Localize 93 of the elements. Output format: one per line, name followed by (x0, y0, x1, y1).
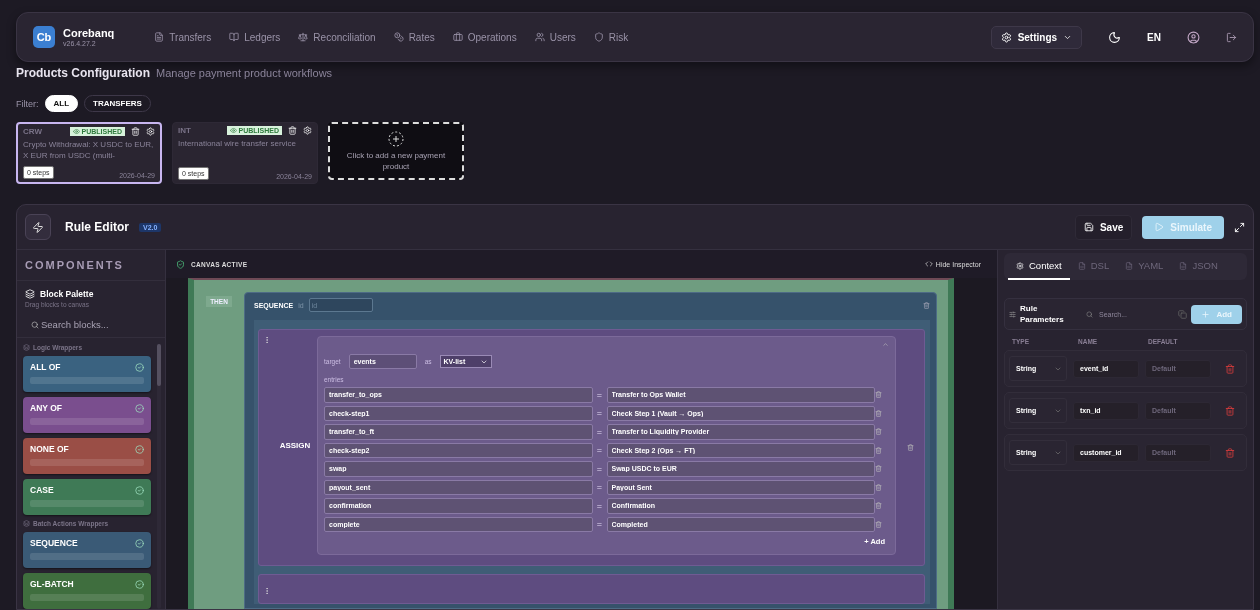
palette-block[interactable]: SEQUENCE (23, 532, 151, 568)
palette-block[interactable]: NONE OF (23, 438, 151, 474)
trash-icon (1224, 363, 1235, 374)
parameters-title: Rule Parameters (1020, 303, 1065, 325)
file-icon (1125, 261, 1134, 270)
page-title: Products Configuration (16, 66, 150, 80)
layers-icon (23, 520, 30, 527)
nav-link[interactable]: Operations (452, 31, 517, 43)
book-icon (229, 32, 240, 42)
palette-block[interactable]: ALL OF (23, 356, 151, 392)
play-icon (1154, 222, 1165, 232)
file-icon (1179, 261, 1188, 270)
product-code: CRW (23, 127, 42, 136)
filter-chip[interactable]: ALL (44, 95, 79, 112)
layers-icon (23, 344, 30, 351)
palette-block[interactable]: GL-BATCH (23, 573, 151, 609)
add-icon (388, 130, 404, 147)
document-icon (154, 32, 165, 42)
briefcase-icon (452, 32, 463, 42)
nav-link[interactable]: Users (534, 31, 576, 43)
collapse-icon[interactable] (882, 341, 889, 348)
layers-icon (25, 289, 35, 299)
product-description: Crypto Withdrawal: X USDC to EUR, X EUR from USDC (multi- (23, 139, 155, 161)
gear-icon (1016, 261, 1024, 270)
page-subtitle: Manage payment product workflows (156, 67, 333, 79)
shield-icon (593, 32, 604, 42)
trash-icon (1224, 405, 1235, 416)
plus-icon (1201, 309, 1211, 319)
users-icon (534, 32, 545, 42)
nav-link[interactable]: Reconciliation (298, 31, 376, 43)
delete-button[interactable] (1224, 405, 1235, 416)
language-button[interactable]: EN (1147, 31, 1161, 43)
check-circle-icon (135, 444, 144, 454)
sidebar-heading: COMPONENTS (17, 250, 165, 281)
trash-icon (923, 301, 930, 309)
palette-block[interactable]: CASE (23, 479, 151, 515)
moon-icon[interactable] (1108, 30, 1122, 44)
nav-link[interactable]: Rates (393, 31, 435, 43)
floppy-icon (1083, 222, 1094, 232)
equals-sign: = (595, 463, 604, 474)
gear-icon[interactable] (146, 127, 155, 136)
coins-icon (393, 32, 404, 42)
eye-icon (229, 127, 237, 134)
file-icon (1077, 261, 1086, 270)
check-circle-icon (135, 485, 144, 495)
check-circle-icon (135, 403, 144, 413)
palette-block[interactable]: ANY OF (23, 397, 151, 433)
scale-icon (298, 32, 309, 42)
equals-sign: = (595, 389, 604, 400)
filter-label: Filter: (16, 98, 39, 109)
bolt-icon (32, 220, 44, 234)
search-icon (1086, 310, 1093, 318)
eye-icon (72, 128, 80, 135)
nav-link[interactable]: Transfers (154, 31, 212, 43)
product-code: INT (178, 126, 191, 135)
assign-label: ASSIGN (279, 441, 311, 450)
nav-link[interactable]: Risk (593, 31, 629, 43)
equals-sign: = (595, 426, 604, 437)
equals-sign: = (595, 482, 604, 493)
delete-button[interactable] (1224, 363, 1235, 374)
editor-title: Rule Editor (65, 220, 129, 234)
save-button[interactable]: Save (1074, 214, 1133, 240)
product-description: International wire transfer service (178, 138, 297, 150)
app-name: Corebanq (63, 27, 115, 39)
delete-button[interactable] (1224, 447, 1235, 458)
trash-icon (1224, 447, 1235, 458)
gear-icon[interactable] (303, 126, 312, 135)
settings-button[interactable]: Settings (990, 25, 1083, 49)
copy-icon[interactable] (1178, 309, 1188, 319)
check-circle-icon (135, 538, 144, 548)
equals-sign: = (595, 519, 604, 530)
bolt-button[interactable] (25, 214, 51, 240)
inspector-tab[interactable]: Context (1008, 253, 1070, 280)
nav-link[interactable]: Ledgers (229, 31, 281, 43)
filter-chip[interactable]: TRANSFERS (84, 95, 151, 112)
logo: Cb (33, 26, 55, 48)
check-circle-icon (135, 362, 144, 372)
sliders-icon (1009, 310, 1016, 318)
expand-icon[interactable] (1234, 221, 1245, 233)
equals-sign: = (595, 445, 604, 456)
search-field[interactable]: Search blocks... (39, 318, 139, 331)
search-icon (31, 320, 39, 329)
code-icon (924, 260, 933, 268)
add-product-card[interactable]: Click to add a new payment product (328, 122, 464, 180)
shield-check-icon (176, 259, 185, 269)
equals-sign: = (595, 408, 604, 419)
palette-title: Block Palette (40, 289, 94, 299)
settings-icon (1000, 31, 1012, 43)
user-icon[interactable] (1187, 30, 1200, 44)
logout-icon[interactable] (1226, 31, 1237, 43)
check-circle-icon (135, 579, 144, 589)
drag-handle-icon[interactable] (263, 587, 271, 595)
equals-sign: = (595, 500, 604, 511)
